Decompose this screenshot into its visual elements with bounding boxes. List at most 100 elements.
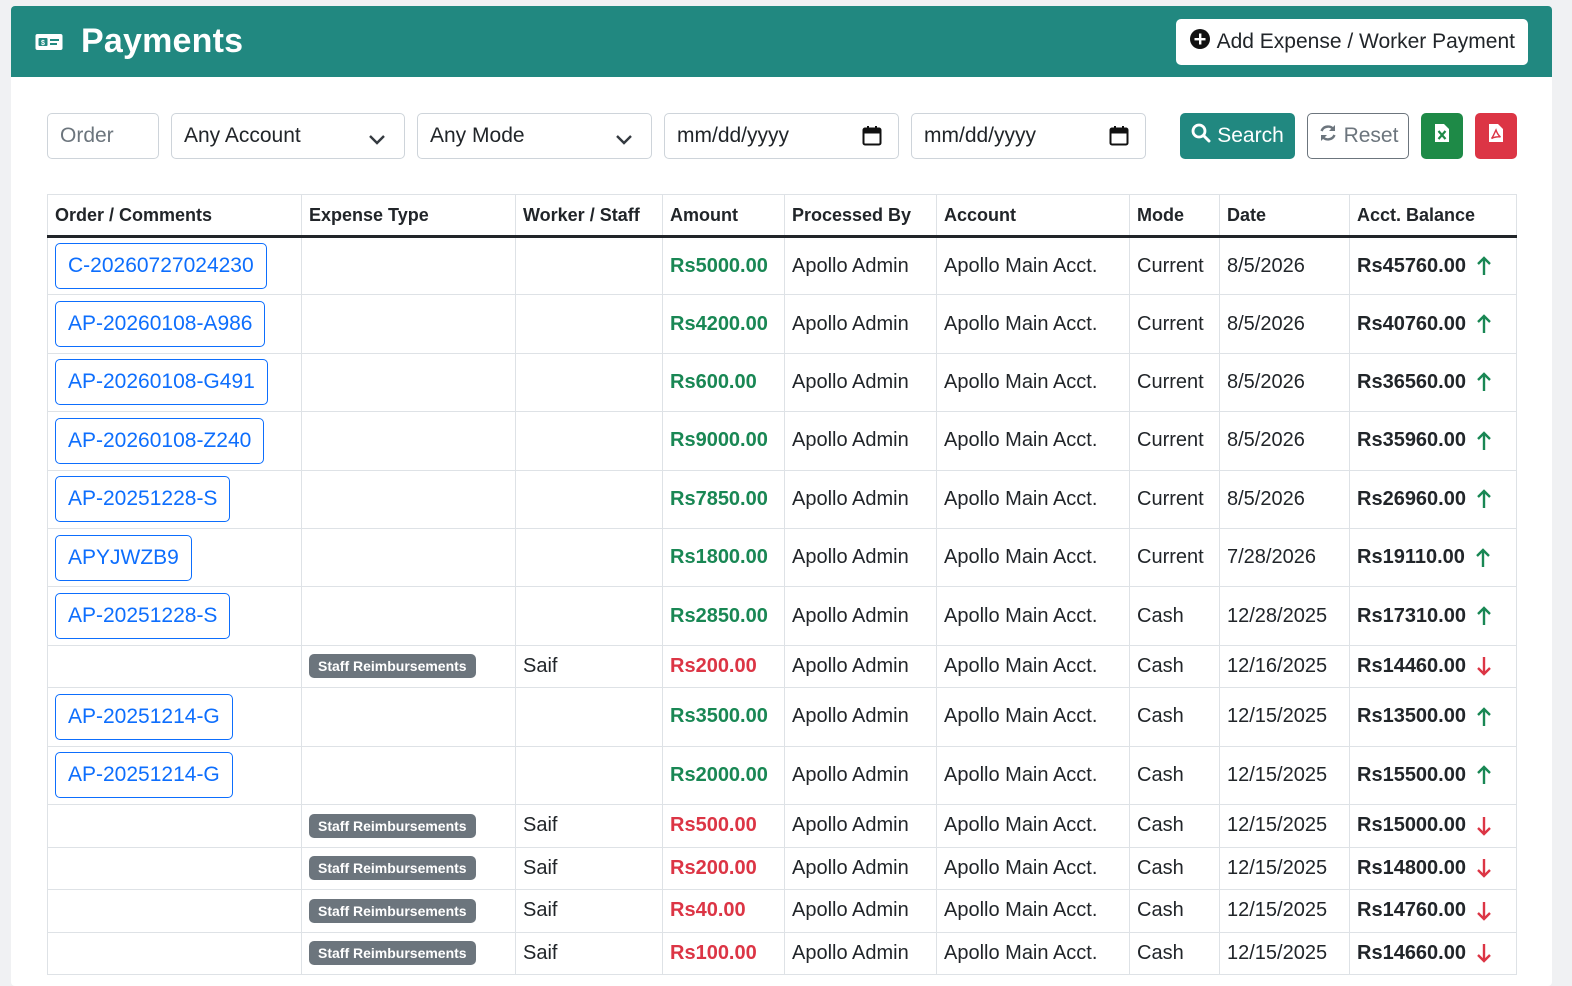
worker-cell: Saif (515, 889, 663, 933)
column-header[interactable]: Date (1219, 194, 1350, 238)
order-link-button[interactable]: AP-20251214-G (55, 693, 233, 740)
processed-by-cell: Apollo Admin (784, 846, 937, 891)
order-link-button[interactable]: AP-20251214-G (55, 752, 233, 799)
balance-value: Rs45760.00 (1357, 254, 1466, 277)
mode-cell: Cash (1129, 931, 1220, 976)
balance-value: Rs26960.00 (1357, 487, 1466, 510)
account-cell: Apollo Main Acct. (936, 411, 1130, 471)
column-header[interactable]: Order / Comments (47, 194, 302, 238)
expense-type-cell: Staff Reimbursements (301, 931, 516, 976)
balance-value: Rs14460.00 (1357, 654, 1466, 677)
worker-cell (515, 411, 663, 471)
column-header[interactable]: Processed By (784, 194, 937, 238)
date-cell: 8/5/2026 (1219, 352, 1350, 413)
arrow-down-icon (1476, 943, 1492, 963)
expense-type-badge: Staff Reimbursements (309, 813, 476, 838)
date-to-input[interactable]: mm/dd/yyyy (911, 113, 1146, 159)
expense-type-badge: Staff Reimbursements (309, 856, 476, 881)
amount-value: Rs2000.00 (670, 763, 768, 786)
account-cell: Apollo Main Acct. (936, 352, 1130, 413)
chevron-down-icon (615, 128, 633, 152)
order-link-button[interactable]: AP-20251228-S (55, 593, 231, 640)
order-input[interactable]: Order (47, 113, 159, 159)
processed-by-cell: Apollo Admin (784, 586, 937, 646)
add-expense-button[interactable]: Add Expense / Worker Payment (1175, 18, 1528, 65)
worker-cell (515, 235, 663, 296)
balance: Rs14760.00 (1357, 899, 1492, 922)
balance: Rs13500.00 (1357, 705, 1492, 728)
filter-bar: Order Any Account Any Mode mm/dd/yyyy mm… (47, 113, 1517, 159)
mode-cell: Cash (1129, 889, 1220, 933)
calendar-icon[interactable] (862, 125, 882, 153)
arrow-down-icon (1476, 901, 1492, 921)
balance-cell: Rs13500.00 (1349, 687, 1517, 747)
processed-by-cell: Apollo Admin (784, 931, 937, 976)
export-pdf-button[interactable] (1475, 113, 1517, 159)
order-link-button[interactable]: AP-20260108-A986 (55, 301, 266, 348)
mode-cell: Cash (1129, 586, 1220, 646)
export-excel-button[interactable] (1421, 113, 1463, 159)
amount-value: Rs5000.00 (670, 254, 768, 277)
balance-cell: Rs40760.00 (1349, 294, 1517, 354)
reset-button[interactable]: Reset (1307, 113, 1409, 159)
account-cell: Apollo Main Acct. (936, 235, 1130, 296)
date-from-input[interactable]: mm/dd/yyyy (664, 113, 899, 159)
reset-label: Reset (1343, 124, 1399, 147)
calendar-icon[interactable] (1109, 125, 1129, 153)
arrow-up-icon (1475, 547, 1491, 568)
processed-by-cell: Apollo Admin (784, 352, 937, 413)
worker-cell (515, 294, 663, 354)
table-row: AP-20260108-A986 Rs4200.00 Apollo Admin Apo… (47, 294, 1517, 354)
balance-value: Rs35960.00 (1357, 429, 1466, 452)
expense-type-badge: Staff Reimbursements (309, 941, 476, 966)
order-link-button[interactable]: AP-20251228-S (55, 476, 231, 523)
expense-type-cell (301, 687, 516, 747)
table-row: AP-20251214-G Rs2000.00 Apollo Admin Apollo… (47, 745, 1517, 806)
balance-value: Rs14800.00 (1357, 856, 1466, 879)
account-cell: Apollo Main Acct. (936, 745, 1130, 806)
expense-type-cell (301, 235, 516, 296)
expense-type-cell (301, 469, 516, 529)
order-cell (47, 846, 302, 891)
order-cell: AP-20251214-G (47, 687, 302, 747)
balance-value: Rs36560.00 (1357, 370, 1466, 393)
order-link-button[interactable]: C-20260727024230 (55, 243, 267, 290)
order-cell: C-20260727024230 (47, 235, 302, 296)
order-link-button[interactable]: AP-20260108-Z240 (55, 417, 265, 464)
column-header[interactable]: Mode (1129, 194, 1220, 238)
amount-value: Rs500.00 (670, 814, 757, 837)
order-link-button[interactable]: APYJWZB9 (55, 534, 192, 581)
balance-value: Rs14660.00 (1357, 941, 1466, 964)
column-header[interactable]: Amount (662, 194, 785, 238)
mode-select[interactable]: Any Mode (417, 113, 652, 159)
column-header[interactable]: Worker / Staff (515, 194, 663, 238)
account-select-value: Any Account (184, 124, 301, 147)
balance: Rs15000.00 (1357, 814, 1492, 837)
amount-value: Rs3500.00 (670, 705, 768, 728)
processed-by-cell: Apollo Admin (784, 527, 937, 588)
add-expense-label: Add Expense / Worker Payment (1216, 29, 1515, 53)
date-cell: 12/15/2025 (1219, 889, 1350, 933)
expense-type-cell (301, 352, 516, 413)
order-link-button[interactable]: AP-20260108-G491 (55, 359, 268, 406)
search-button[interactable]: Search (1180, 113, 1295, 159)
order-cell (47, 889, 302, 933)
search-icon (1191, 123, 1211, 149)
amount-value: Rs1800.00 (670, 546, 768, 569)
card-header: $ Payments Add Expense / Worker Payment (11, 6, 1552, 77)
svg-text:$: $ (41, 40, 45, 47)
column-header[interactable]: Acct. Balance (1349, 194, 1517, 238)
table-row: APYJWZB9 Rs1800.00 Apollo Admin Apollo Main… (47, 527, 1517, 588)
processed-by-cell: Apollo Admin (784, 294, 937, 354)
balance-cell: Rs26960.00 (1349, 469, 1517, 529)
column-header[interactable]: Account (936, 194, 1130, 238)
balance-value: Rs15000.00 (1357, 814, 1466, 837)
worker-cell (515, 469, 663, 529)
mode-cell: Cash (1129, 687, 1220, 747)
column-header[interactable]: Expense Type (301, 194, 516, 238)
date-cell: 8/5/2026 (1219, 294, 1350, 354)
account-select[interactable]: Any Account (171, 113, 405, 159)
amount-value: Rs2850.00 (670, 604, 768, 627)
account-cell: Apollo Main Acct. (936, 687, 1130, 747)
table-row: AP-20251228-S Rs2850.00 Apollo Admin Apollo… (47, 586, 1517, 646)
